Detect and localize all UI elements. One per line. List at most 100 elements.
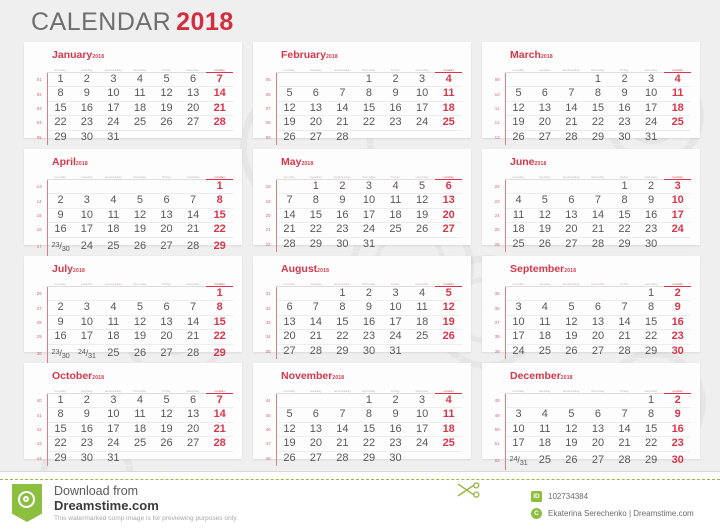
day-cell[interactable]: 25: [531, 451, 559, 471]
day-cell[interactable]: 14: [329, 101, 356, 117]
day-cell[interactable]: 9: [47, 315, 74, 331]
day-cell[interactable]: 21: [329, 115, 356, 131]
day-cell[interactable]: 24: [355, 222, 383, 238]
day-cell[interactable]: 26: [558, 344, 585, 360]
day-cell[interactable]: 27: [435, 222, 462, 238]
day-cell[interactable]: 11: [531, 422, 559, 438]
day-cell[interactable]: 14: [302, 315, 330, 331]
day-cell[interactable]: 21: [206, 101, 233, 117]
day-cell[interactable]: 4: [100, 193, 127, 209]
day-cell[interactable]: 26: [408, 222, 436, 238]
day-cell[interactable]: 1: [637, 286, 665, 302]
day-cell[interactable]: 21: [302, 329, 330, 345]
day-cell[interactable]: 25: [435, 436, 462, 452]
day-cell[interactable]: 29: [302, 237, 330, 253]
day-cell[interactable]: 1: [355, 72, 383, 88]
day-cell[interactable]: 4: [435, 393, 462, 409]
day-cell[interactable]: 9: [73, 86, 101, 102]
day-cell[interactable]: 27: [179, 115, 207, 131]
day-cell[interactable]: 8: [355, 407, 383, 423]
day-cell[interactable]: 26: [276, 451, 303, 467]
day-cell[interactable]: 19: [276, 436, 303, 452]
day-cell[interactable]: 23: [329, 222, 356, 238]
day-cell[interactable]: 6: [179, 393, 207, 409]
day-cell[interactable]: 7: [179, 193, 207, 209]
day-cell[interactable]: 14: [206, 86, 233, 102]
day-cell[interactable]: 19: [126, 222, 154, 238]
day-cell[interactable]: 28: [558, 130, 585, 146]
day-cell[interactable]: 28: [206, 115, 233, 131]
day-cell[interactable]: 30: [355, 344, 383, 360]
day-cell[interactable]: 22: [47, 115, 74, 131]
day-cell[interactable]: 18: [126, 422, 154, 438]
day-cell[interactable]: 19: [408, 208, 436, 224]
day-cell[interactable]: 7: [302, 300, 330, 316]
day-cell[interactable]: 11: [505, 208, 532, 224]
day-cell[interactable]: 15: [329, 315, 356, 331]
day-cell[interactable]: 10: [73, 315, 101, 331]
day-cell[interactable]: 12: [531, 208, 559, 224]
day-cell[interactable]: 28: [302, 344, 330, 360]
day-cell[interactable]: 2: [47, 300, 74, 316]
day-cell[interactable]: 6: [435, 179, 462, 195]
day-cell[interactable]: 23: [611, 115, 638, 131]
day-cell[interactable]: 14: [206, 407, 233, 423]
day-cell[interactable]: 10: [355, 193, 383, 209]
day-cell[interactable]: 22: [329, 329, 356, 345]
day-cell[interactable]: 20: [179, 101, 207, 117]
day-cell[interactable]: 28: [179, 344, 207, 364]
day-cell[interactable]: 13: [153, 208, 180, 224]
day-cell[interactable]: 11: [126, 86, 154, 102]
day-cell[interactable]: 15: [637, 422, 665, 438]
day-cell[interactable]: 18: [408, 315, 436, 331]
day-cell[interactable]: 22: [355, 436, 383, 452]
day-cell[interactable]: 30: [664, 451, 691, 471]
day-cell[interactable]: 17: [505, 436, 532, 452]
day-cell[interactable]: 3: [505, 407, 532, 423]
day-cell[interactable]: 30: [329, 237, 356, 253]
day-cell[interactable]: 25: [505, 237, 532, 253]
day-cell[interactable]: 23: [637, 222, 665, 238]
day-cell[interactable]: 4: [664, 72, 691, 88]
day-cell[interactable]: 31: [100, 130, 127, 146]
day-cell[interactable]: 15: [47, 422, 74, 438]
day-cell[interactable]: 16: [73, 422, 101, 438]
day-cell[interactable]: 1: [329, 286, 356, 302]
day-cell[interactable]: 24: [408, 436, 436, 452]
day-cell[interactable]: 13: [179, 86, 207, 102]
day-cell[interactable]: 10: [505, 422, 532, 438]
day-cell[interactable]: 31: [637, 130, 665, 146]
day-cell[interactable]: 5: [276, 86, 303, 102]
day-cell[interactable]: 1: [584, 72, 612, 88]
day-cell[interactable]: 9: [664, 300, 691, 316]
day-cell[interactable]: 12: [505, 101, 532, 117]
day-cell[interactable]: 12: [126, 208, 154, 224]
day-cell[interactable]: 7: [611, 407, 638, 423]
day-cell[interactable]: 20: [153, 222, 180, 238]
day-cell[interactable]: 20: [302, 115, 330, 131]
day-cell[interactable]: 12: [558, 422, 585, 438]
day-cell[interactable]: 17: [637, 101, 665, 117]
day-cell[interactable]: 24: [505, 344, 532, 360]
day-cell[interactable]: 8: [47, 86, 74, 102]
day-cell[interactable]: 13: [558, 208, 585, 224]
day-cell[interactable]: 2: [355, 286, 383, 302]
day-cell[interactable]: 20: [302, 436, 330, 452]
day-cell[interactable]: 5: [153, 393, 180, 409]
day-cell[interactable]: 12: [558, 315, 585, 331]
day-cell[interactable]: 16: [355, 315, 383, 331]
day-cell[interactable]: 26: [435, 329, 462, 345]
day-cell[interactable]: 6: [276, 300, 303, 316]
day-cell[interactable]: 15: [355, 422, 383, 438]
day-cell[interactable]: 24/31: [73, 344, 101, 364]
day-cell[interactable]: 14: [611, 315, 638, 331]
day-cell[interactable]: 5: [153, 72, 180, 88]
day-cell[interactable]: 24: [73, 237, 101, 257]
day-cell[interactable]: 12: [153, 407, 180, 423]
day-cell[interactable]: 3: [100, 72, 127, 88]
day-cell[interactable]: 29: [329, 344, 356, 360]
day-cell[interactable]: 17: [355, 208, 383, 224]
day-cell[interactable]: 28: [329, 130, 356, 146]
day-cell[interactable]: 24: [637, 115, 665, 131]
day-cell[interactable]: 12: [435, 300, 462, 316]
